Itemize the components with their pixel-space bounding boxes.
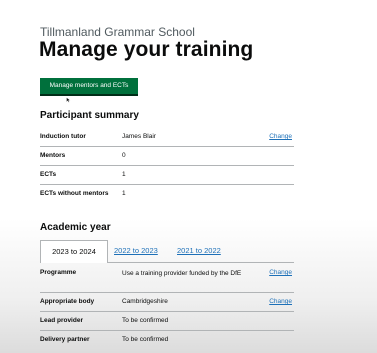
year-value: Cambridgeshire xyxy=(122,298,168,305)
manage-mentors-button[interactable]: Manage mentors and ECTs xyxy=(40,78,138,94)
change-programme-link[interactable]: Change xyxy=(269,269,292,276)
tab-2023-to-2024[interactable]: 2023 to 2024 xyxy=(40,240,108,263)
summary-value: 1 xyxy=(122,171,126,178)
page-title: Manage your training xyxy=(39,38,254,61)
summary-value: James Blair xyxy=(122,133,156,140)
year-label: Programme xyxy=(40,269,77,276)
academic-year-tabs: 2023 to 2024 2022 to 2023 2021 to 2022 xyxy=(40,240,294,263)
academic-year-heading: Academic year xyxy=(40,222,111,233)
year-label: Delivery partner xyxy=(40,336,90,343)
change-appropriate-body-link[interactable]: Change xyxy=(269,298,292,305)
summary-label: Induction tutor xyxy=(40,133,86,140)
year-row-delivery-partner: Delivery partner To be confirmed xyxy=(40,331,294,349)
participant-summary-list: Induction tutor James Blair Change Mento… xyxy=(40,128,294,203)
year-value: Use a training provider funded by the Df… xyxy=(122,270,242,277)
year-value: To be confirmed xyxy=(122,317,169,324)
summary-value: 0 xyxy=(122,152,126,159)
summary-row-ects-without-mentors: ECTs without mentors 1 xyxy=(40,185,294,203)
summary-label: ECTs xyxy=(40,171,57,178)
year-row-lead-provider: Lead provider To be confirmed xyxy=(40,312,294,331)
change-induction-tutor-link[interactable]: Change xyxy=(269,133,292,140)
school-name: Tillmanland Grammar School xyxy=(40,25,195,39)
page: Tillmanland Grammar School Manage your t… xyxy=(0,0,377,353)
year-label: Lead provider xyxy=(40,317,83,324)
mouse-pointer-icon xyxy=(66,97,71,103)
tab-2022-to-2023[interactable]: 2022 to 2023 xyxy=(114,240,158,261)
summary-label: ECTs without mentors xyxy=(40,190,109,197)
tab-2021-to-2022[interactable]: 2021 to 2022 xyxy=(177,240,221,261)
year-row-appropriate-body: Appropriate body Cambridgeshire Change xyxy=(40,293,294,312)
summary-row-mentors: Mentors 0 xyxy=(40,147,294,166)
academic-year-summary-list: Programme Use a training provider funded… xyxy=(40,264,294,349)
participant-summary-heading: Participant summary xyxy=(40,110,139,121)
year-label: Appropriate body xyxy=(40,298,95,305)
summary-label: Mentors xyxy=(40,152,66,159)
summary-row-induction-tutor: Induction tutor James Blair Change xyxy=(40,128,294,147)
summary-row-ects: ECTs 1 xyxy=(40,166,294,185)
year-row-programme: Programme Use a training provider funded… xyxy=(40,264,294,293)
year-value: To be confirmed xyxy=(122,336,169,343)
summary-value: 1 xyxy=(122,190,126,197)
